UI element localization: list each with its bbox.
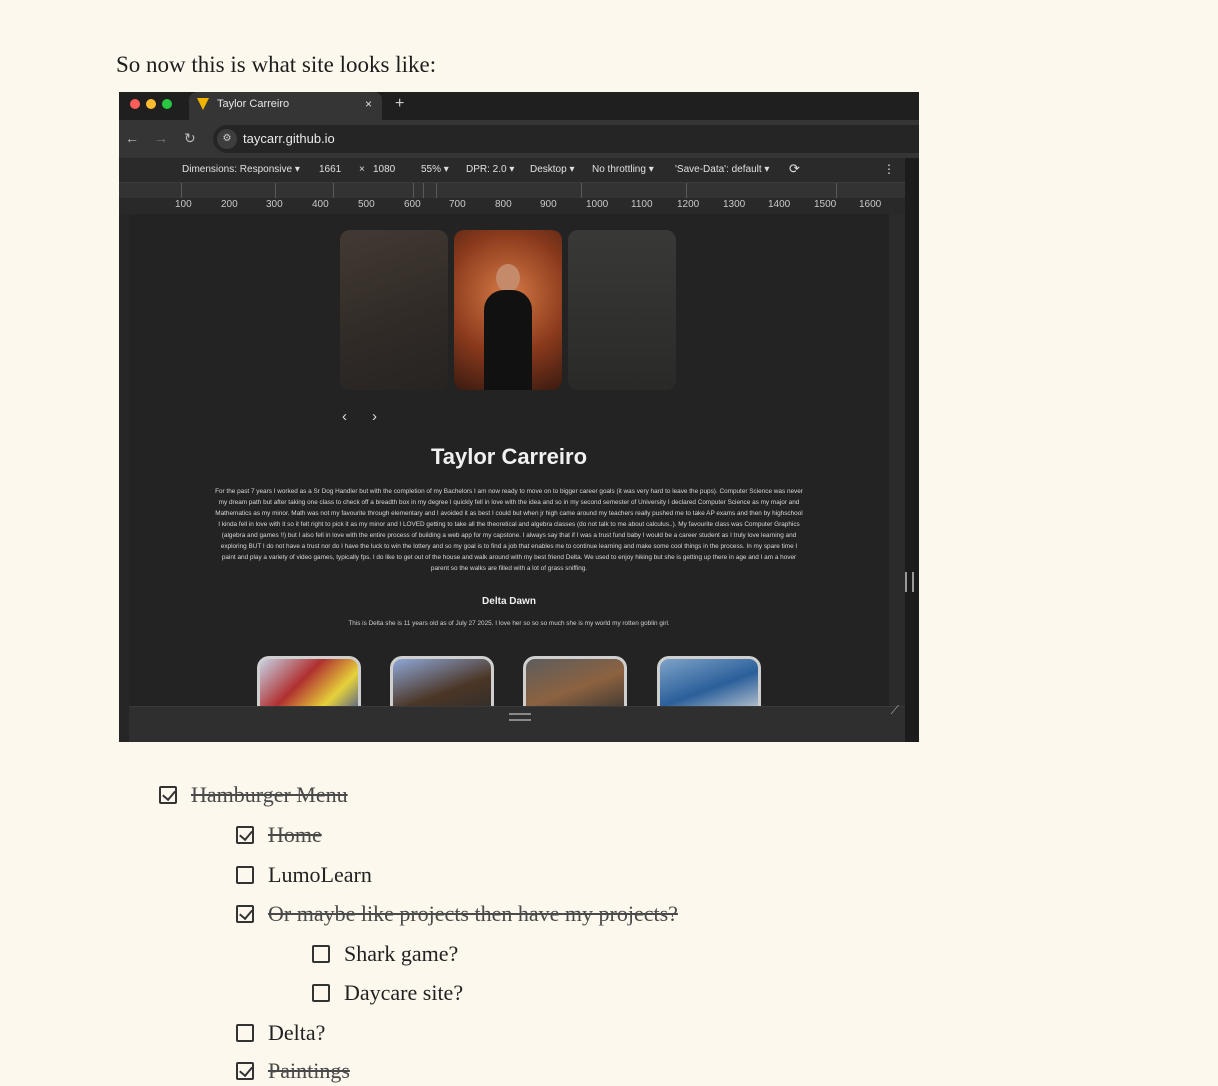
pet-description: This is Delta she is 11 years old as of …	[348, 620, 670, 627]
checkbox-unchecked-icon[interactable]	[312, 945, 330, 963]
checklist-item[interactable]: Or maybe like projects then have my proj…	[236, 899, 678, 929]
media-query-bar[interactable]	[119, 182, 905, 199]
back-icon[interactable]: ←	[125, 130, 139, 146]
resize-handle-vertical[interactable]	[509, 713, 531, 721]
checklist-label: Shark game?	[344, 941, 459, 966]
checkbox-checked-icon[interactable]	[236, 826, 254, 844]
intro-text: So now this is what site looks like:	[116, 52, 437, 77]
checkbox-checked-icon[interactable]	[236, 1062, 254, 1080]
dimensions-select[interactable]: Dimensions: Responsive ▾	[182, 164, 300, 175]
ruler-tick: 800	[495, 199, 512, 210]
checklist-item[interactable]: Home	[236, 820, 322, 850]
nav-bar: ← → ↻ ⚙ taycarr.github.io	[119, 120, 919, 158]
ruler-tick: 1100	[631, 199, 653, 210]
checklist-item[interactable]: Hamburger Menu	[159, 780, 348, 810]
carousel-photo-standing	[568, 230, 676, 390]
site-settings-icon[interactable]: ⚙	[217, 129, 237, 149]
pet-heading: Delta Dawn	[482, 596, 536, 607]
page-viewport: ‹ › Taylor Carreiro For the past 7 years…	[129, 214, 914, 722]
dpr-select[interactable]: DPR: 2.0 ▾	[466, 164, 514, 175]
checklist-item[interactable]: LumoLearn	[236, 860, 372, 890]
save-data-select[interactable]: 'Save-Data': default ▾	[675, 164, 769, 175]
checklist-label: Home	[268, 822, 322, 847]
close-window-icon[interactable]	[130, 99, 140, 109]
carousel-photo-portrait	[340, 230, 448, 390]
checklist-label: Paintings	[268, 1058, 350, 1083]
ruler-tick: 1300	[723, 199, 746, 210]
tab-title: Taylor Carreiro	[217, 98, 290, 110]
checkbox-checked-icon[interactable]	[159, 786, 177, 804]
device-toolbar: Dimensions: Responsive ▾ 1661 × 1080 55%…	[119, 158, 905, 182]
ruler-tick: 900	[540, 199, 557, 210]
profile-bio: For the past 7 years I worked as a Sr Do…	[215, 488, 803, 572]
device-type-select[interactable]: Desktop ▾	[530, 164, 574, 175]
ruler-tick: 1600	[859, 199, 882, 210]
vite-favicon-icon	[197, 98, 209, 110]
profile-name: Taylor Carreiro	[430, 444, 588, 469]
rotate-icon[interactable]: ⟳	[789, 161, 800, 177]
more-options-icon[interactable]: ⋮	[883, 162, 895, 176]
ruler-tick: 500	[358, 199, 375, 210]
ruler-tick: 400	[312, 199, 329, 210]
carousel-photo-graduation	[454, 230, 562, 390]
ruler-tick: 200	[221, 199, 238, 210]
carousel-next-button[interactable]: ›	[372, 408, 377, 425]
maximize-window-icon[interactable]	[162, 99, 172, 109]
checklist-label: LumoLearn	[268, 862, 372, 887]
ruler-tick: 1500	[814, 199, 837, 210]
checkbox-unchecked-icon[interactable]	[236, 866, 254, 884]
ruler-tick: 1200	[677, 199, 700, 210]
resize-handle-horizontal[interactable]	[905, 572, 914, 592]
devtools-side-panel[interactable]	[905, 158, 919, 742]
browser-screenshot: Taylor Carreiro × + ← → ↻ ⚙ taycarr.gith…	[119, 92, 919, 742]
carousel-prev-button[interactable]: ‹	[342, 408, 347, 425]
url-text: taycarr.github.io	[243, 131, 335, 146]
checklist-label: Daycare site?	[344, 980, 464, 1005]
new-tab-button[interactable]: +	[395, 95, 404, 113]
checkbox-checked-icon[interactable]	[236, 905, 254, 923]
throttling-select[interactable]: No throttling ▾	[592, 164, 654, 175]
checklist-label: Delta?	[268, 1020, 326, 1045]
checklist-item[interactable]: Shark game?	[312, 939, 458, 969]
ruler-tick: 300	[266, 199, 283, 210]
corner-resize-icon[interactable]: ⟋	[891, 703, 899, 718]
ruler-tick: 1000	[586, 199, 609, 210]
zoom-select[interactable]: 55% ▾	[421, 164, 449, 175]
checkbox-unchecked-icon[interactable]	[312, 984, 330, 1002]
ruler-tick: 1400	[768, 199, 791, 210]
checklist-item[interactable]: Delta?	[236, 1018, 325, 1048]
tab-bar: Taylor Carreiro × +	[119, 92, 919, 120]
ruler-tick: 600	[404, 199, 421, 210]
tab-close-icon[interactable]: ×	[365, 97, 372, 111]
ruler-tick: 100	[175, 199, 192, 210]
checkbox-unchecked-icon[interactable]	[236, 1024, 254, 1042]
viewport-bottom-bar: ⟋	[129, 703, 905, 742]
forward-icon[interactable]: →	[154, 130, 168, 146]
checklist-label: Hamburger Menu	[191, 782, 348, 807]
minimize-window-icon[interactable]	[146, 99, 156, 109]
address-bar[interactable]: ⚙ taycarr.github.io	[213, 125, 919, 153]
reload-icon[interactable]: ↻	[184, 130, 196, 147]
times-sign: ×	[359, 164, 365, 175]
horizontal-ruler: 100 200 300 400 500 600 700 800 900 1000…	[119, 198, 905, 214]
tab-taylor-carreiro[interactable]: Taylor Carreiro ×	[189, 92, 382, 120]
ruler-tick: 700	[449, 199, 466, 210]
checklist-label: Or maybe like projects then have my proj…	[268, 901, 678, 926]
width-input[interactable]: 1661	[319, 164, 341, 175]
checklist-item[interactable]: Daycare site?	[312, 978, 463, 1008]
height-input[interactable]: 1080	[373, 164, 395, 175]
checklist-item[interactable]: Paintings	[236, 1056, 350, 1086]
